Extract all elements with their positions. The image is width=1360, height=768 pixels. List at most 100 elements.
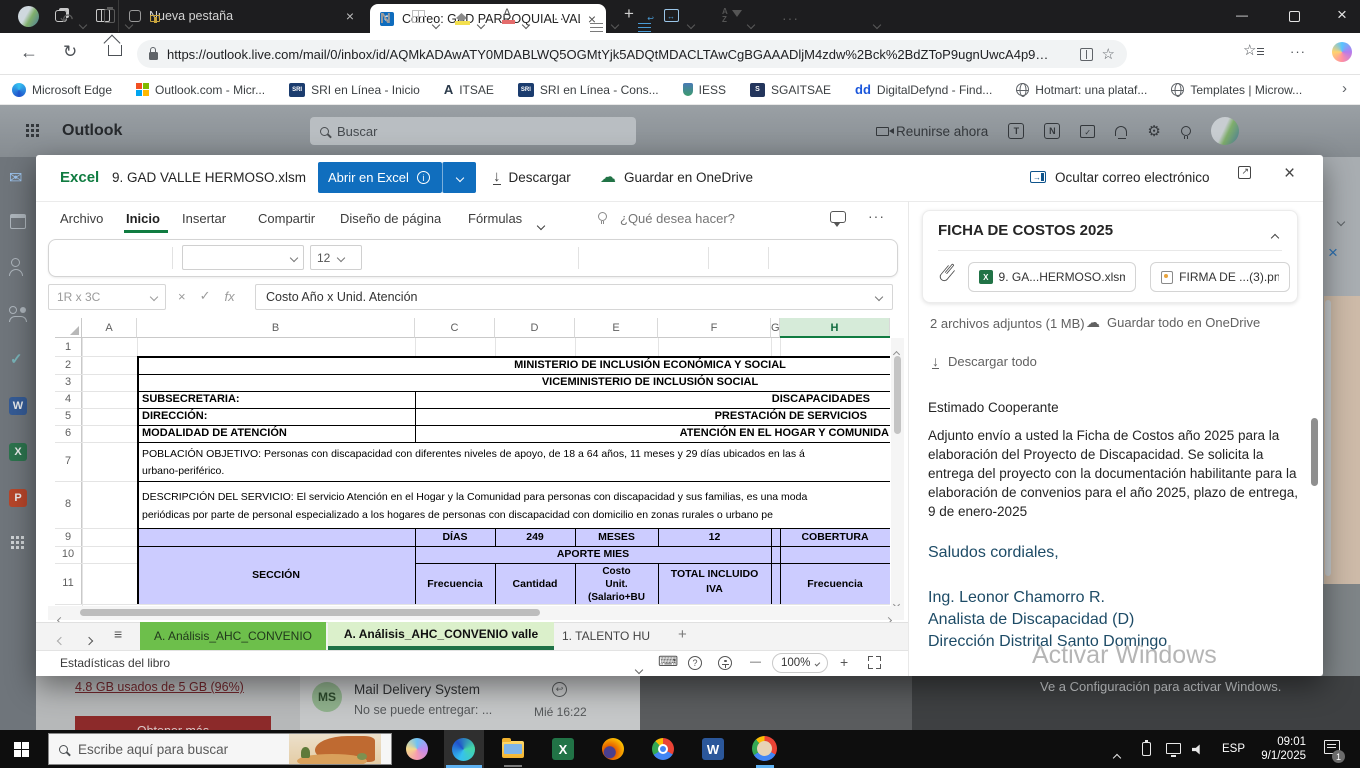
- column-header-H-selected[interactable]: H: [780, 318, 890, 338]
- account-avatar[interactable]: [1211, 117, 1239, 145]
- save-onedrive-button[interactable]: ☁ Guardar en OneDrive: [600, 163, 753, 191]
- groups-module-icon[interactable]: [9, 306, 17, 314]
- taskbar-explorer-icon[interactable]: [502, 741, 524, 758]
- undo-icon[interactable]: ↶: [60, 10, 73, 30]
- select-all-corner[interactable]: [55, 318, 82, 338]
- comments-icon[interactable]: [830, 211, 846, 223]
- meet-now-button[interactable]: Reunirse ahora: [876, 124, 988, 139]
- bookmark-item[interactable]: SRISRI en Línea - Inicio: [289, 83, 420, 97]
- column-header-B[interactable]: B: [137, 318, 415, 338]
- copilot-icon[interactable]: [1332, 42, 1352, 62]
- vscroll-thumb[interactable]: [894, 356, 901, 434]
- tellme-box[interactable]: ¿Qué desea hacer?: [620, 211, 735, 226]
- menu-diseno[interactable]: Diseño de página: [340, 211, 441, 226]
- cell-frecuencia[interactable]: Frecuencia: [415, 563, 495, 604]
- row-header-6[interactable]: 6: [55, 425, 82, 442]
- font-color-icon[interactable]: A: [503, 6, 511, 20]
- font-size-select[interactable]: 12: [310, 245, 362, 270]
- sheet-nav-prev-icon[interactable]: [58, 631, 64, 649]
- zoom-out-icon[interactable]: —: [750, 656, 761, 668]
- sort-filter-chevron-icon[interactable]: [748, 15, 754, 31]
- storage-info[interactable]: 4.8 GB usados de 5 GB (96%): [75, 680, 244, 694]
- column-header-D[interactable]: D: [495, 318, 575, 338]
- tray-battery-icon[interactable]: [1142, 742, 1151, 756]
- popout-icon[interactable]: ↗: [1238, 166, 1251, 184]
- taskbar-word-icon[interactable]: W: [702, 738, 724, 760]
- insert-function-icon[interactable]: fx: [225, 289, 235, 304]
- cell-dias-value[interactable]: 249: [495, 528, 575, 546]
- cell-direccion-label[interactable]: DIRECCIÓN:: [142, 408, 412, 425]
- cell-meses-value[interactable]: 12: [658, 528, 771, 546]
- row-header-11[interactable]: 11: [55, 563, 82, 604]
- cell-aporte-mies[interactable]: APORTE MIES: [415, 546, 771, 563]
- tray-network-icon[interactable]: [1166, 743, 1181, 754]
- sheet-tab-3[interactable]: 1. TALENTO HU: [562, 629, 662, 643]
- borders-chevron-icon[interactable]: [433, 15, 439, 31]
- formula-bar[interactable]: Costo Año x Unid. Atención: [255, 284, 893, 310]
- mail-module-icon[interactable]: ✉: [9, 168, 22, 188]
- taskbar-edge-icon[interactable]: [452, 738, 475, 761]
- people-module-icon[interactable]: [11, 258, 20, 267]
- attachment-pill-xlsm[interactable]: X 9. GA...HERMOSO.xlsm: [968, 262, 1136, 292]
- menu-overflow-chevron-icon[interactable]: [538, 216, 544, 234]
- tray-clock[interactable]: 09:01 9/1/2025: [1252, 735, 1306, 763]
- cancel-entry-icon[interactable]: ×: [178, 289, 186, 304]
- paste-chevron-icon[interactable]: [126, 15, 132, 31]
- download-all-button[interactable]: ↓ Descargar todo: [932, 354, 1037, 369]
- todo-module-icon[interactable]: ✓: [10, 350, 23, 368]
- sheet-list-icon[interactable]: ≡: [114, 626, 122, 642]
- name-box[interactable]: 1R x 3C: [48, 284, 166, 310]
- back-button[interactable]: ←: [20, 42, 38, 63]
- cell-subsecretaria-label[interactable]: SUBSECRETARIA:: [142, 391, 412, 408]
- split-screen-icon[interactable]: [1080, 48, 1093, 61]
- cell-direccion-value[interactable]: PRESTACIÓN DE SERVICIOS: [415, 408, 867, 425]
- bookmark-item[interactable]: Outlook.com - Micr...: [136, 83, 265, 97]
- url-text[interactable]: https://outlook.live.com/mail/0/inbox/id…: [167, 47, 1071, 62]
- tray-show-hidden-icon[interactable]: [1114, 748, 1120, 766]
- cell-costo-unit[interactable]: CostoUnit.(Salario+BU: [575, 565, 658, 604]
- menu-formulas[interactable]: Fórmulas: [468, 211, 522, 226]
- taskbar-chrome-profile-icon[interactable]: [752, 736, 777, 761]
- reload-button[interactable]: ↻: [63, 42, 77, 62]
- bookmark-item[interactable]: ddDigitalDefynd - Find...: [855, 82, 992, 97]
- cell-modalidad-label[interactable]: MODALIDAD DE ATENCIÓN: [142, 425, 412, 442]
- bookmarks-overflow-icon[interactable]: ›: [1342, 80, 1347, 97]
- row-header-5[interactable]: 5: [55, 408, 82, 425]
- merge-cells-icon[interactable]: ↔: [664, 9, 679, 25]
- row-header-4[interactable]: 4: [55, 391, 82, 408]
- accessibility-icon[interactable]: [718, 656, 732, 670]
- url-bar[interactable]: https://outlook.live.com/mail/0/inbox/id…: [137, 40, 1127, 68]
- row-header-7[interactable]: 7: [55, 442, 82, 481]
- keyboard-icon[interactable]: ⌨: [658, 653, 678, 670]
- sheet-tab-1[interactable]: A. Análisis_AHC_CONVENIO: [140, 622, 326, 650]
- column-header-A[interactable]: A: [82, 318, 137, 338]
- taskbar-firefox-icon[interactable]: [602, 738, 624, 760]
- download-button[interactable]: ↓ Descargar: [493, 163, 571, 191]
- taskbar-search-box[interactable]: Escribe aquí para buscar: [48, 733, 392, 765]
- align-chevron-icon[interactable]: [612, 15, 618, 31]
- bookmark-item[interactable]: AITSAE: [444, 82, 494, 97]
- calendar-module-icon[interactable]: [10, 214, 26, 229]
- cell-descripcion-line2[interactable]: periódicas por parte de personal especia…: [142, 507, 889, 523]
- hscroll-thumb[interactable]: [80, 609, 540, 616]
- row-header-8[interactable]: 8: [55, 481, 82, 528]
- menu-inicio[interactable]: Inicio: [126, 211, 160, 226]
- cell-poblacion-line1[interactable]: POBLACIÓN OBJETIVO: Personas con discapa…: [142, 446, 889, 462]
- undo-chevron-icon[interactable]: [80, 15, 86, 31]
- bookmark-item[interactable]: Templates | Microw...: [1171, 83, 1302, 97]
- cell-ministerio[interactable]: MINISTERIO DE INCLUSIÓN ECONÓMICA Y SOCI…: [415, 356, 885, 374]
- menu-insertar[interactable]: Insertar: [182, 211, 226, 226]
- cell-descripcion-line1[interactable]: DESCRIPCIÓN DEL SERVICIO: El servicio At…: [142, 489, 889, 505]
- row-header-1[interactable]: 1: [55, 338, 82, 356]
- fill-color-chevron-icon[interactable]: [478, 15, 484, 31]
- cell-poblacion-line2[interactable]: urbano-periférico.: [142, 463, 889, 479]
- wrap-text-icon[interactable]: ↩: [638, 11, 651, 27]
- close-viewer-button[interactable]: ×: [1284, 163, 1295, 185]
- outlook-brand[interactable]: Outlook: [62, 122, 122, 140]
- cell-meses[interactable]: MESES: [575, 528, 658, 546]
- attachment-pill-png[interactable]: FIRMA DE ...(3).png: [1150, 262, 1290, 292]
- add-sheet-icon[interactable]: +: [678, 626, 687, 643]
- open-in-excel-dropdown[interactable]: [442, 162, 476, 193]
- sort-filter-icon[interactable]: AZ: [722, 8, 728, 24]
- taskbar-copilot-icon[interactable]: [406, 738, 428, 760]
